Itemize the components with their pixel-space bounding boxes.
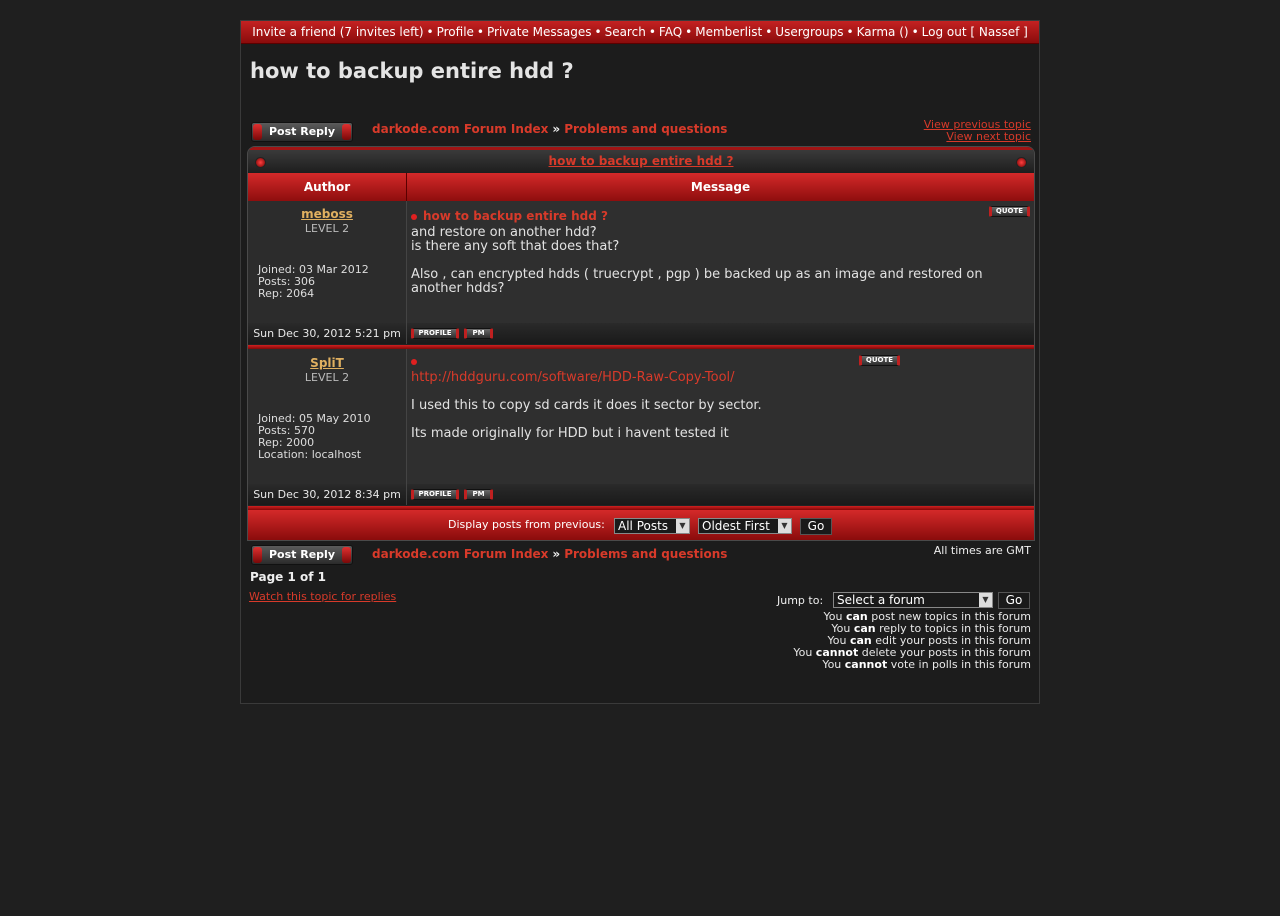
quote-button[interactable]: QUOTE — [859, 355, 900, 366]
topic-navigation: View previous topic View next topic — [924, 119, 1031, 143]
post-line: I used this to copy sd cards it does it … — [411, 398, 762, 413]
jump-label: Jump to: — [777, 594, 824, 607]
post-date: Sun Dec 30, 2012 5:21 pm — [248, 323, 407, 344]
post-date: Sun Dec 30, 2012 8:34 pm — [248, 484, 407, 505]
post-link[interactable]: http://hddguru.com/software/HDD-Raw-Copy… — [411, 370, 735, 385]
left-dot-icon — [255, 157, 266, 168]
pm-button[interactable]: PM — [464, 328, 493, 339]
nav-separator: • — [476, 25, 484, 39]
posts-range-value: All Posts — [618, 519, 669, 533]
message-column-header: Message — [690, 180, 751, 194]
post-author-panel: meboss LEVEL 2 Joined: 03 Mar 2012 Posts… — [248, 201, 407, 323]
chevron-down-icon: ▼ — [778, 519, 791, 533]
nav-usergroups[interactable]: Usergroups — [775, 25, 843, 39]
breadcrumb-separator: » — [552, 547, 561, 561]
user-rep: Rep: 2064 — [258, 287, 315, 300]
post-message-panel: how to backup entire hdd ? QUOTE and res… — [407, 201, 1034, 323]
post-line: Its made originally for HDD but i havent… — [411, 426, 729, 441]
nav-logout[interactable]: Log out [ Nassef ] — [922, 25, 1028, 39]
watch-topic-link[interactable]: Watch this topic for replies — [249, 590, 396, 603]
post-subject — [411, 354, 423, 368]
post-line — [411, 254, 1026, 268]
post-line: is there any soft that does that? — [411, 239, 620, 254]
nav-separator: • — [685, 25, 693, 39]
nav-separator: • — [846, 25, 854, 39]
pm-button[interactable]: PM — [464, 489, 493, 500]
nav-separator: • — [911, 25, 919, 39]
post-message-panel: QUOTE http://hddguru.com/software/HDD-Ra… — [407, 349, 1034, 484]
permission-line: You cannot vote in polls in this forum — [822, 658, 1031, 671]
breadcrumb-forum[interactable]: Problems and questions — [564, 122, 727, 136]
topic-table: how to backup entire hdd ? Author Messag… — [247, 146, 1035, 541]
post-bullet-icon — [411, 358, 417, 365]
breadcrumb-forum[interactable]: Problems and questions — [564, 547, 727, 561]
author-column-header: Author — [248, 173, 407, 201]
posts-range-select[interactable]: All Posts ▼ — [614, 518, 690, 534]
sort-order-value: Oldest First — [702, 519, 770, 533]
permissions-list: You can post new topics in this forum Yo… — [793, 611, 1031, 671]
topic-title-link[interactable]: how to backup entire hdd ? — [549, 154, 734, 168]
display-options-bar: Display posts from previous: All Posts ▼… — [248, 510, 1034, 540]
post-author-panel: SpliT LEVEL 2 Joined: 05 May 2010 Posts:… — [248, 349, 407, 484]
nav-separator: • — [594, 25, 602, 39]
jump-forum-select[interactable]: Select a forum ▼ — [833, 592, 993, 608]
right-dot-icon — [1016, 157, 1027, 168]
post-username[interactable]: meboss — [248, 207, 406, 221]
post-username[interactable]: SpliT — [248, 356, 406, 370]
nav-memberlist[interactable]: Memberlist — [695, 25, 762, 39]
user-info: Joined: 05 May 2010 Posts: 570 Rep: 2000… — [258, 413, 371, 461]
nav-invite[interactable]: Invite a friend (7 invites left) — [252, 25, 423, 39]
next-topic-link[interactable]: View next topic — [924, 131, 1031, 143]
post-line: and restore on another hdd? — [411, 225, 597, 240]
forum-container: Invite a friend (7 invites left) • Profile… — [240, 20, 1040, 704]
breadcrumb-separator: » — [552, 122, 561, 136]
post-body: http://hddguru.com/software/HDD-Raw-Copy… — [411, 371, 1026, 441]
profile-button[interactable]: PROFILE — [411, 489, 459, 500]
nav-private-messages[interactable]: Private Messages — [487, 25, 592, 39]
user-level: LEVEL 2 — [304, 371, 350, 384]
breadcrumb: darkode.com Forum Index » Problems and que… — [372, 122, 727, 136]
sort-order-select[interactable]: Oldest First ▼ — [698, 518, 792, 534]
display-go-button[interactable]: Go — [800, 518, 832, 535]
user-level: LEVEL 2 — [304, 222, 350, 235]
jump-go-button[interactable]: Go — [998, 592, 1030, 609]
timezone-note: All times are GMT — [933, 544, 1031, 557]
display-label: Display posts from previous: — [448, 518, 605, 531]
nav-separator: • — [426, 25, 434, 39]
nav-profile[interactable]: Profile — [437, 25, 474, 39]
chevron-down-icon: ▼ — [979, 593, 992, 607]
nav-separator: • — [648, 25, 656, 39]
top-navigation: Invite a friend (7 invites left) • Profile… — [241, 21, 1039, 44]
nav-faq[interactable]: FAQ — [659, 25, 682, 39]
nav-karma[interactable]: Karma () — [857, 25, 909, 39]
post-subject: how to backup entire hdd ? — [411, 209, 608, 223]
breadcrumb-forum-index[interactable]: darkode.com Forum Index — [372, 122, 548, 136]
jump-forum-value: Select a forum — [837, 593, 925, 607]
post-subject-text: how to backup entire hdd ? — [423, 209, 608, 223]
user-info: Joined: 03 Mar 2012 Posts: 306 Rep: 2064 — [258, 264, 369, 300]
table-header-row: Author Message — [248, 173, 1034, 201]
topic-table-title: how to backup entire hdd ? — [248, 147, 1034, 173]
nav-search[interactable]: Search — [605, 25, 646, 39]
nav-separator: • — [765, 25, 773, 39]
post-reply-button[interactable]: Post Reply — [251, 545, 353, 565]
post-footer: PROFILE PM — [407, 323, 1034, 344]
breadcrumb-forum-index[interactable]: darkode.com Forum Index — [372, 547, 548, 561]
quote-button[interactable]: QUOTE — [989, 206, 1030, 217]
breadcrumb: darkode.com Forum Index » Problems and que… — [372, 547, 727, 561]
profile-button[interactable]: PROFILE — [411, 328, 459, 339]
post-bullet-icon — [411, 213, 417, 220]
post-body: and restore on another hdd? is there any… — [411, 226, 1026, 296]
post-line: Also , can encrypted hdds ( truecrypt , … — [411, 267, 983, 296]
chevron-down-icon: ▼ — [676, 519, 689, 533]
page-title: how to backup entire hdd ? — [250, 59, 574, 83]
post-reply-button[interactable]: Post Reply — [251, 122, 353, 142]
post-footer: PROFILE PM — [407, 484, 1034, 505]
user-location: Location: localhost — [258, 448, 362, 461]
page-indicator: Page 1 of 1 — [250, 570, 326, 584]
